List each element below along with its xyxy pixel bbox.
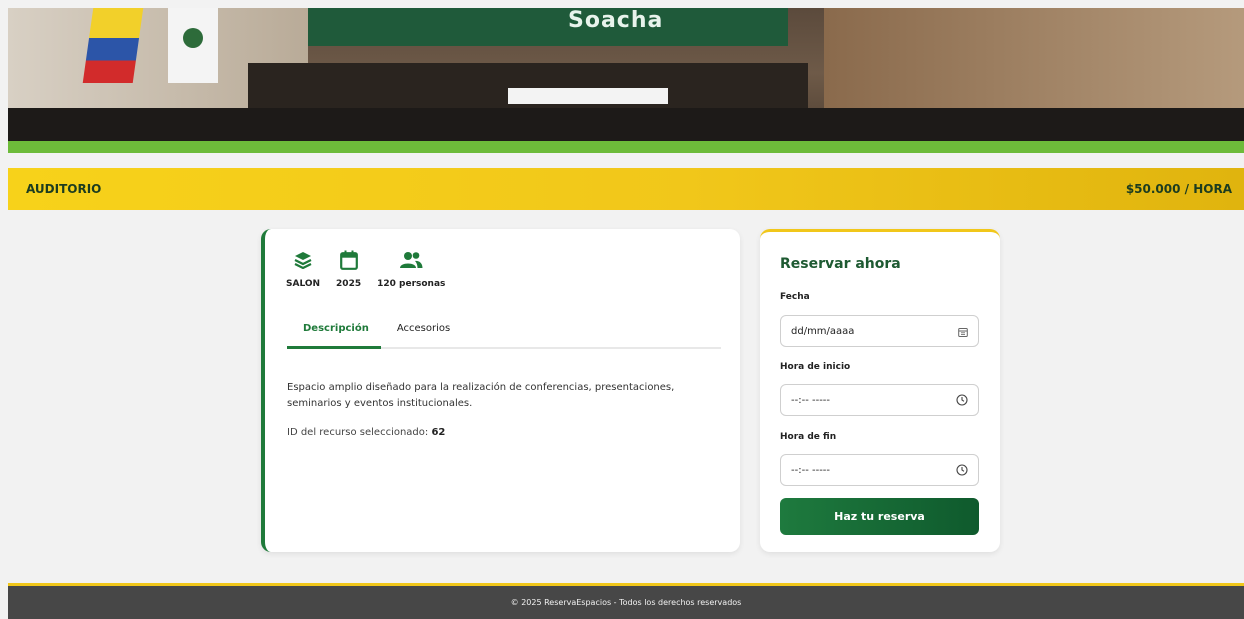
institution-flag — [168, 8, 218, 83]
hero-image: Soacha — [8, 8, 1244, 153]
date-label: Fecha — [780, 292, 810, 302]
resource-id: ID del recurso seleccionado: 62 — [287, 427, 445, 438]
stat-capacity: 120 personas — [377, 249, 445, 289]
resource-stats: SALON 2025 120 personas — [286, 249, 461, 289]
footer-copyright: © 2025 ReservaEspacios - Todos los derec… — [510, 598, 742, 607]
tab-description[interactable]: Descripción — [287, 319, 381, 349]
stat-year-label: 2025 — [336, 279, 362, 289]
resource-info-card: SALON 2025 120 personas Descripción Acce… — [261, 229, 740, 552]
end-time-input[interactable]: --:-- ----- — [780, 454, 979, 486]
hero-green-strip — [8, 141, 1244, 153]
tab-accessories[interactable]: Accesorios — [381, 319, 462, 349]
clock-icon[interactable] — [956, 461, 968, 480]
booking-title: Reservar ahora — [780, 256, 901, 272]
reserve-button[interactable]: Haz tu reserva — [780, 498, 979, 535]
stat-year: 2025 — [336, 249, 361, 289]
resource-id-value: 62 — [431, 427, 446, 438]
calendar-picker-icon[interactable] — [958, 322, 968, 341]
hero-banner — [308, 8, 788, 46]
calendar-icon — [339, 249, 358, 271]
booking-card: Reservar ahora Fecha dd/mm/aaaa Hora de … — [760, 229, 1000, 552]
users-icon — [399, 249, 423, 271]
clock-icon[interactable] — [956, 391, 968, 410]
resource-price: $50.000 / HORA — [1125, 182, 1232, 196]
start-time-label: Hora de inicio — [780, 362, 851, 372]
start-time-input[interactable]: --:-- ----- — [780, 384, 979, 416]
resource-id-label: ID del recurso seleccionado: — [287, 427, 429, 438]
end-time-label: Hora de fin — [780, 432, 837, 442]
footer: © 2025 ReservaEspacios - Todos los derec… — [8, 583, 1244, 619]
resource-tabs: Descripción Accesorios — [287, 319, 721, 349]
stat-capacity-label: 120 personas — [377, 279, 446, 289]
colombia-flag — [82, 8, 144, 83]
date-input-value: dd/mm/aaaa — [791, 325, 855, 337]
resource-title-bar: AUDITORIO $50.000 / HORA — [8, 168, 1244, 210]
resource-name: AUDITORIO — [26, 182, 102, 196]
layers-icon — [294, 249, 312, 271]
hero-table — [508, 88, 668, 104]
start-time-value: --:-- ----- — [791, 394, 831, 406]
end-time-value: --:-- ----- — [791, 464, 831, 476]
date-input[interactable]: dd/mm/aaaa — [780, 315, 979, 347]
stat-type: SALON — [286, 249, 320, 289]
resource-description: Espacio amplio diseñado para la realizac… — [287, 382, 675, 409]
stat-type-label: SALON — [286, 279, 321, 289]
hero-banner-text: Soacha — [568, 8, 664, 33]
